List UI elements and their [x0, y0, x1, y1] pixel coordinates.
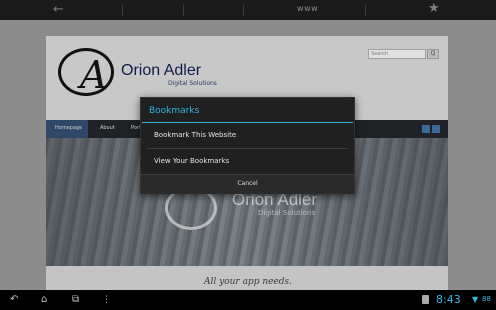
cancel-label: Cancel — [237, 180, 258, 187]
nav-item-homepage[interactable]: Homepage — [46, 120, 88, 138]
toolbar-divider — [122, 4, 123, 16]
cancel-button[interactable]: Cancel — [141, 174, 354, 194]
back-icon[interactable]: ↶ — [10, 293, 18, 307]
nav-label: Homepage — [55, 125, 83, 131]
clock[interactable]: 8:43 — [436, 293, 461, 306]
brand-subtitle: Digital Solutions — [168, 80, 217, 87]
site-search-button[interactable]: Q — [427, 49, 439, 59]
site-tagline: All your app needs. — [203, 277, 293, 287]
arrow-left-icon[interactable]: ← — [53, 2, 64, 18]
bookmarks-dialog: Bookmarks Bookmark This Website View You… — [140, 97, 355, 194]
brand-name: Orion Adler — [121, 62, 202, 79]
logo-initials: A — [80, 53, 108, 97]
banner-brand-subtitle: Digital Solutions — [258, 209, 316, 217]
notification-icon[interactable] — [422, 295, 429, 304]
toolbar-divider — [243, 4, 244, 16]
social-icon[interactable] — [432, 125, 440, 133]
system-navigation-bar: ↶ ⌂ ⧉ ⋮ 8:43 ▼ 88 — [0, 290, 496, 310]
menu-icon[interactable]: ⋮ — [102, 293, 111, 307]
wifi-icon: ▼ — [472, 295, 479, 304]
social-icon[interactable] — [422, 125, 430, 133]
bookmark-this-website-item[interactable]: Bookmark This Website — [141, 123, 354, 148]
home-icon[interactable]: ⌂ — [41, 293, 47, 307]
recent-apps-icon[interactable]: ⧉ — [72, 293, 79, 307]
star-icon[interactable]: ★ — [428, 1, 440, 16]
site-search-input[interactable]: Search — [368, 49, 426, 59]
nav-item-about[interactable]: About — [100, 125, 115, 131]
toolbar-divider — [183, 4, 184, 16]
dialog-item-label: Bookmark This Website — [154, 131, 237, 139]
dialog-item-label: View Your Bookmarks — [154, 157, 230, 165]
battery-level: 88 — [482, 295, 491, 303]
dialog-title: Bookmarks — [149, 106, 200, 116]
view-bookmarks-item[interactable]: View Your Bookmarks — [141, 149, 354, 174]
toolbar-divider — [365, 4, 366, 16]
url-text[interactable]: www — [297, 4, 318, 13]
browser-toolbar: ← www ★ — [0, 0, 496, 20]
